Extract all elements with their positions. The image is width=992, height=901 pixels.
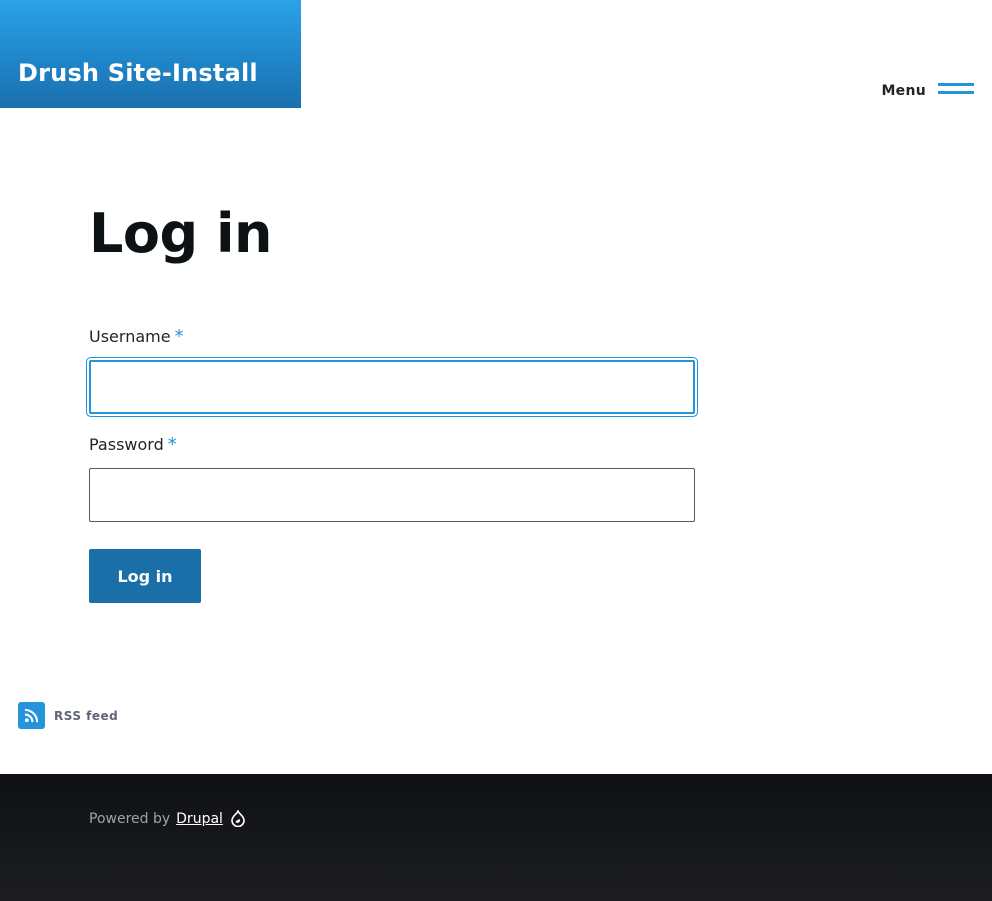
password-label-text: Password: [89, 435, 164, 454]
username-label: Username *: [89, 326, 184, 347]
required-marker: *: [174, 326, 184, 347]
password-label: Password *: [89, 434, 177, 455]
powered-by-text: Powered by: [89, 810, 171, 827]
rss-feed-link[interactable]: RSS feed: [18, 702, 118, 729]
username-input[interactable]: [89, 360, 695, 414]
menu-toggle-button[interactable]: Menu: [881, 78, 974, 104]
site-name-link[interactable]: Drush Site-Install: [18, 59, 258, 87]
site-footer: Powered by Drupal: [0, 774, 992, 901]
hamburger-icon: [938, 81, 974, 101]
password-input[interactable]: [89, 468, 695, 522]
drupal-drop-icon: [231, 810, 245, 827]
powered-by: Powered by Drupal: [89, 810, 245, 827]
menu-label: Menu: [881, 83, 926, 99]
page-title: Log in: [89, 202, 272, 265]
required-marker: *: [167, 434, 177, 455]
username-label-text: Username: [89, 327, 171, 346]
login-submit-button[interactable]: Log in: [89, 549, 201, 603]
site-branding: Drush Site-Install: [0, 0, 301, 108]
rss-icon: [18, 702, 45, 729]
drupal-link[interactable]: Drupal: [176, 811, 223, 827]
rss-feed-label: RSS feed: [54, 708, 119, 723]
page: Drush Site-Install Menu Log in Username *…: [0, 0, 992, 901]
